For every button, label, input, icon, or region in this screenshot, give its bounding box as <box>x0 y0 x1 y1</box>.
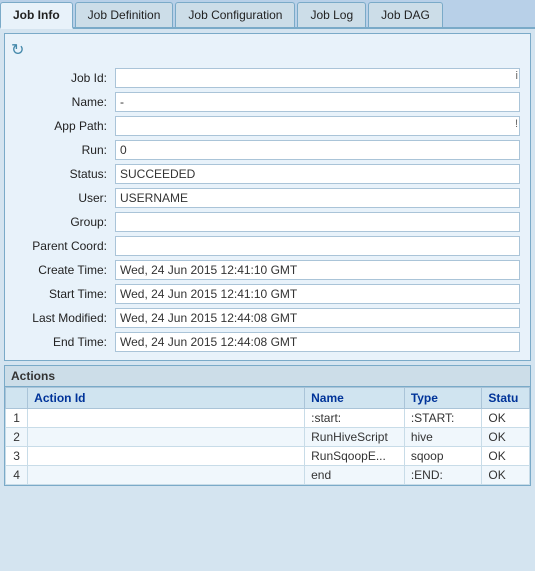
form-input-cell <box>111 90 524 114</box>
form-label: App Path: <box>11 114 111 138</box>
action-status-cell: OK <box>482 409 530 428</box>
form-field-input[interactable] <box>115 68 520 88</box>
form-row: Group: <box>11 210 524 234</box>
form-row: Name: <box>11 90 524 114</box>
form-label: Create Time: <box>11 258 111 282</box>
form-row: Job Id: i <box>11 66 524 90</box>
form-label: Job Id: <box>11 66 111 90</box>
form-input-cell <box>111 210 524 234</box>
form-field-input[interactable] <box>115 236 520 256</box>
form-row: Run: <box>11 138 524 162</box>
form-label: End Time: <box>11 330 111 354</box>
job-form-table: Job Id:iName:App Path:!Run:Status:User:G… <box>11 66 524 354</box>
form-row: Start Time: <box>11 282 524 306</box>
action-type-cell: hive <box>404 428 482 447</box>
form-field-input[interactable] <box>115 308 520 328</box>
action-name-cell: RunHiveScript <box>305 428 405 447</box>
tab-job-definition[interactable]: Job Definition <box>75 2 174 27</box>
form-input-cell <box>111 258 524 282</box>
form-row: Last Modified: <box>11 306 524 330</box>
form-row: Status: <box>11 162 524 186</box>
form-field-input[interactable] <box>115 116 520 136</box>
form-row: User: <box>11 186 524 210</box>
input-icon: i <box>516 70 518 82</box>
form-field-input[interactable] <box>115 92 520 112</box>
form-row: Parent Coord: <box>11 234 524 258</box>
col-header-status: Statu <box>482 388 530 409</box>
input-icon: ! <box>515 118 518 130</box>
action-id-cell <box>28 466 305 485</box>
form-input-cell <box>111 330 524 354</box>
form-field-input[interactable] <box>115 164 520 184</box>
form-input-cell <box>111 306 524 330</box>
form-field-input[interactable] <box>115 332 520 352</box>
form-label: Parent Coord: <box>11 234 111 258</box>
form-input-cell: ! <box>111 114 524 138</box>
action-id-cell <box>28 409 305 428</box>
actions-section: Actions Action Id Name Type Statu 1 :star… <box>4 365 531 486</box>
col-header-name: Name <box>305 388 405 409</box>
form-field-input[interactable] <box>115 260 520 280</box>
form-row: Create Time: <box>11 258 524 282</box>
col-header-num <box>6 388 28 409</box>
form-label: Last Modified: <box>11 306 111 330</box>
table-row[interactable]: 2 RunHiveScripthiveOK <box>6 428 530 447</box>
form-label: Run: <box>11 138 111 162</box>
refresh-row: ↻ <box>11 40 524 58</box>
action-status-cell: OK <box>482 447 530 466</box>
form-label: Status: <box>11 162 111 186</box>
action-name-cell: RunSqoopE... <box>305 447 405 466</box>
form-label: User: <box>11 186 111 210</box>
action-id-cell <box>28 428 305 447</box>
form-label: Name: <box>11 90 111 114</box>
form-row: App Path:! <box>11 114 524 138</box>
tab-job-info[interactable]: Job Info <box>0 2 73 29</box>
table-row[interactable]: 3 RunSqoopE...sqoopOK <box>6 447 530 466</box>
tab-job-dag[interactable]: Job DAG <box>368 2 443 27</box>
table-row[interactable]: 4 end:END:OK <box>6 466 530 485</box>
form-input-cell <box>111 234 524 258</box>
form-input-cell <box>111 162 524 186</box>
actions-table-header-row: Action Id Name Type Statu <box>6 388 530 409</box>
col-header-action-id: Action Id <box>28 388 305 409</box>
table-row[interactable]: 1 :start::START:OK <box>6 409 530 428</box>
tab-job-configuration[interactable]: Job Configuration <box>175 2 295 27</box>
tab-job-log[interactable]: Job Log <box>297 2 366 27</box>
action-name-cell: :start: <box>305 409 405 428</box>
form-input-cell <box>111 282 524 306</box>
form-row: End Time: <box>11 330 524 354</box>
actions-table: Action Id Name Type Statu 1 :start::START… <box>5 387 530 485</box>
action-type-cell: :END: <box>404 466 482 485</box>
form-input-cell <box>111 186 524 210</box>
form-label: Start Time: <box>11 282 111 306</box>
form-field-input[interactable] <box>115 140 520 160</box>
action-id-cell <box>28 447 305 466</box>
form-input-cell: i <box>111 66 524 90</box>
row-number: 3 <box>6 447 28 466</box>
actions-header: Actions <box>5 366 530 387</box>
form-label: Group: <box>11 210 111 234</box>
form-field-input[interactable] <box>115 212 520 232</box>
action-type-cell: sqoop <box>404 447 482 466</box>
row-number: 1 <box>6 409 28 428</box>
action-status-cell: OK <box>482 428 530 447</box>
action-name-cell: end <box>305 466 405 485</box>
refresh-icon[interactable]: ↻ <box>11 40 29 58</box>
job-info-panel: ↻ Job Id:iName:App Path:!Run:Status:User… <box>4 33 531 361</box>
form-field-input[interactable] <box>115 284 520 304</box>
row-number: 4 <box>6 466 28 485</box>
col-header-type: Type <box>404 388 482 409</box>
form-input-cell <box>111 138 524 162</box>
form-field-input[interactable] <box>115 188 520 208</box>
tab-bar: Job Info Job Definition Job Configuratio… <box>0 0 535 29</box>
action-status-cell: OK <box>482 466 530 485</box>
row-number: 2 <box>6 428 28 447</box>
action-type-cell: :START: <box>404 409 482 428</box>
